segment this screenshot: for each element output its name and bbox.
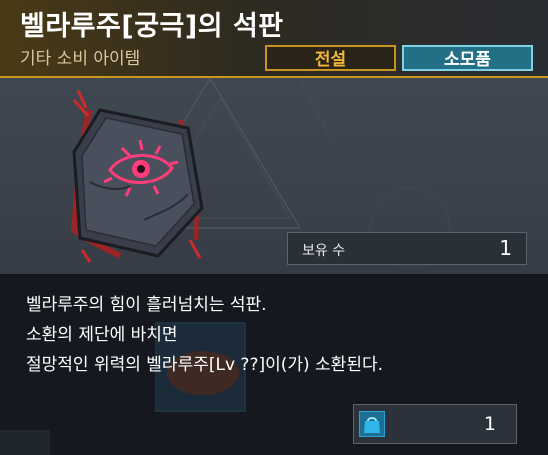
quantity-value: 1 [483, 413, 496, 435]
item-name: 벨라루주[궁극]의 석판 [20, 11, 284, 42]
description-line: 벨라루주의 힘이 흘러넘치는 석판. [26, 295, 267, 315]
description-line: 소환의 제단에 바치면 [26, 325, 178, 345]
type-tag: 소모품 [402, 45, 533, 71]
owned-label: 보유 수 [302, 243, 346, 259]
item-header: 벨라루주[궁극]의 석판 기타 소비 아이템 전설 소모품 [0, 0, 548, 78]
owned-count-box: 보유 수 1 [287, 232, 527, 265]
shopping-bag-icon [359, 411, 385, 437]
description-line: 절망적인 위력의 벨라루주[Lv ??]이(가) 소환된다. [26, 355, 384, 375]
item-category: 기타 소비 아이템 [20, 49, 141, 69]
stone-tablet-icon [70, 90, 204, 263]
grade-tag: 전설 [265, 45, 396, 71]
owned-count: 1 [499, 236, 512, 260]
item-description: 벨라루주의 힘이 흘러넘치는 석판. 소환의 제단에 바치면 절망적인 위력의 … [26, 290, 526, 380]
quantity-box[interactable]: 1 [353, 404, 517, 444]
corner-panel [0, 430, 50, 455]
